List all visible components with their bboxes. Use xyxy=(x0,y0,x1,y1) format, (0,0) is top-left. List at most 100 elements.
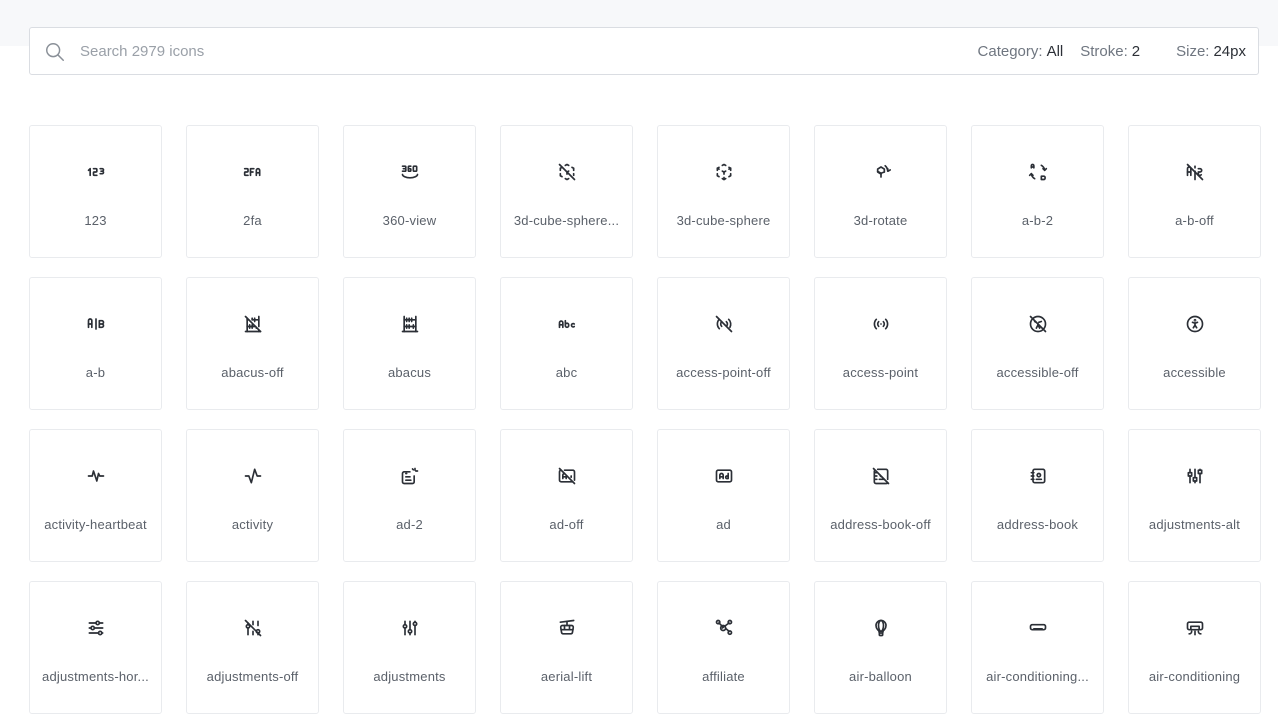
icon-card[interactable]: address-book xyxy=(971,429,1104,562)
icon-card-label: adjustments-alt xyxy=(1148,517,1241,532)
stroke-filter-value: 2 xyxy=(1131,42,1141,60)
icon-card[interactable]: access-point-off xyxy=(657,277,790,410)
adjustments-alt-icon xyxy=(1187,468,1203,484)
icon-card[interactable]: abc xyxy=(500,277,633,410)
icon-card[interactable]: ad-off xyxy=(500,429,633,562)
icon-card-label: abacus-off xyxy=(221,365,284,380)
icon-card[interactable]: activity xyxy=(186,429,319,562)
icon-card[interactable]: access-point xyxy=(814,277,947,410)
icon-card[interactable]: 2fa xyxy=(186,125,319,258)
category-filter-value: All xyxy=(1046,42,1064,60)
icon-card[interactable]: accessible-off xyxy=(971,277,1104,410)
icon-card-label: access-point xyxy=(842,365,919,380)
icon-card-label: 2fa xyxy=(243,213,262,228)
abc-icon xyxy=(558,319,576,329)
activity-heartbeat-icon xyxy=(87,470,105,482)
icon-card[interactable]: 360-view xyxy=(343,125,476,258)
icon-card[interactable]: 123 xyxy=(29,125,162,258)
icon-card-label: a-b-2 xyxy=(1021,213,1054,228)
activity-icon xyxy=(244,468,262,484)
icon-card[interactable]: adjustments-hor... xyxy=(29,581,162,714)
icon-card[interactable]: air-balloon xyxy=(814,581,947,714)
air-conditioning-icon xyxy=(1186,621,1204,636)
icon-card[interactable]: accessible xyxy=(1128,277,1261,410)
address-book-icon xyxy=(1030,468,1046,484)
icon-card-label: 3d-cube-sphere xyxy=(676,213,771,228)
adjustments-icon xyxy=(402,620,418,636)
search-bar[interactable]: Category:All Stroke:2 Size:24px xyxy=(29,27,1259,75)
3d-rotate-icon xyxy=(876,164,891,178)
icon-card[interactable]: 3d-cube-sphere xyxy=(657,125,790,258)
icon-card-label: adjustments xyxy=(373,669,446,684)
search-icon xyxy=(46,43,64,61)
icon-card[interactable]: air-conditioning... xyxy=(971,581,1104,714)
category-filter-label: Category: xyxy=(977,42,1043,60)
air-balloon-icon xyxy=(875,619,887,637)
size-filter-label: Size: xyxy=(1176,42,1210,60)
icon-card[interactable]: adjustments-off xyxy=(186,581,319,714)
stroke-filter-label: Stroke: xyxy=(1080,42,1128,60)
icon-card[interactable]: abacus xyxy=(343,277,476,410)
icon-card[interactable]: ad xyxy=(657,429,790,562)
icon-card-label: abc xyxy=(555,365,578,380)
adjustments-off-icon xyxy=(244,619,262,637)
category-filter[interactable]: Category: All xyxy=(978,43,1064,60)
123-icon xyxy=(87,167,105,177)
a-b-off-icon xyxy=(1186,163,1204,181)
icon-card-label: activity xyxy=(231,517,274,532)
icon-card-label: abacus xyxy=(387,365,432,380)
icon-card-label: address-book xyxy=(996,517,1079,532)
3d-cube-sphere-off-icon xyxy=(558,163,576,181)
icon-card-label: 123 xyxy=(84,213,107,228)
address-book-off-icon xyxy=(872,467,890,485)
icon-card-label: air-conditioning xyxy=(1148,669,1241,684)
icon-card-label: a-b xyxy=(85,365,106,380)
icon-card[interactable]: adjustments xyxy=(343,581,476,714)
icon-card[interactable]: 3d-rotate xyxy=(814,125,947,258)
icon-card-label: air-balloon xyxy=(849,669,912,684)
icon-card[interactable]: address-book-off xyxy=(814,429,947,562)
adjustments-horizontal-icon xyxy=(88,620,104,636)
icon-card-label: activity-heartbeat xyxy=(44,517,147,532)
access-point-icon xyxy=(873,318,889,330)
ad-off-icon xyxy=(558,467,576,485)
icon-card[interactable]: 3d-cube-sphere... xyxy=(500,125,633,258)
abacus-icon xyxy=(401,315,419,333)
a-b-2-icon xyxy=(1028,163,1048,181)
icon-card[interactable]: activity-heartbeat xyxy=(29,429,162,562)
icon-card-label: ad-off xyxy=(549,517,584,532)
icon-card-label: 3d-cube-sphere... xyxy=(513,213,620,228)
search-input[interactable] xyxy=(80,37,640,65)
icon-card-label: affiliate xyxy=(702,669,745,684)
icon-card-label: a-b-off xyxy=(1175,213,1214,228)
360-view-icon xyxy=(401,165,419,179)
icon-card-label: air-conditioning... xyxy=(986,669,1089,684)
icon-card[interactable]: a-b-2 xyxy=(971,125,1104,258)
icon-card-label: 360-view xyxy=(382,213,437,228)
size-filter-value: 24px xyxy=(1213,42,1246,60)
abacus-off-icon xyxy=(244,315,262,333)
affiliate-icon xyxy=(715,619,733,636)
stroke-filter[interactable]: Stroke: 2 xyxy=(1080,43,1140,60)
size-filter[interactable]: Size: 24px xyxy=(1176,43,1246,60)
icon-card[interactable]: adjustments-alt xyxy=(1128,429,1261,562)
accessible-icon xyxy=(1186,315,1204,333)
a-b-icon xyxy=(87,318,105,330)
access-point-off-icon xyxy=(715,315,733,333)
icon-card[interactable]: affiliate xyxy=(657,581,790,714)
icon-card[interactable]: aerial-lift xyxy=(500,581,633,714)
3d-cube-sphere-icon xyxy=(716,163,732,181)
aerial-lift-icon xyxy=(559,619,575,635)
icon-card-label: adjustments-hor... xyxy=(42,669,149,684)
icon-card[interactable]: ad-2 xyxy=(343,429,476,562)
accessible-off-icon xyxy=(1029,315,1047,333)
icon-card[interactable]: air-conditioning xyxy=(1128,581,1261,714)
icon-card-label: access-point-off xyxy=(676,365,771,380)
icon-card-label: aerial-lift xyxy=(540,669,593,684)
icon-card-label: address-book-off xyxy=(830,517,931,532)
icon-card[interactable]: abacus-off xyxy=(186,277,319,410)
ad-icon xyxy=(715,469,733,483)
icon-card[interactable]: a-b xyxy=(29,277,162,410)
air-conditioning-disabled-icon xyxy=(1029,623,1047,631)
icon-card[interactable]: a-b-off xyxy=(1128,125,1261,258)
